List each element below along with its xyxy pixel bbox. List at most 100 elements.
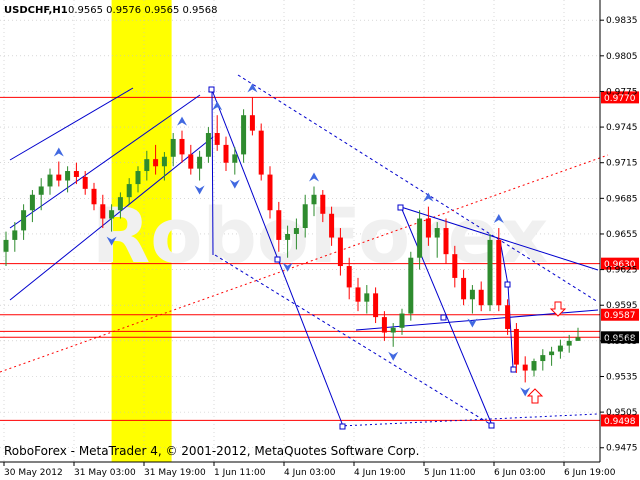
candle-body — [364, 293, 370, 302]
candle-body — [153, 159, 159, 167]
price-tick-label: 0.9805 — [606, 52, 638, 62]
price-tick-label: 0.9745 — [606, 123, 638, 133]
candle-body — [408, 257, 414, 314]
candle-body — [443, 228, 449, 255]
anchor-point — [504, 281, 511, 288]
candle-body — [549, 351, 555, 356]
price-tick-label: 0.9835 — [606, 16, 638, 26]
symbol-label: USDCHF,H1 — [4, 5, 68, 16]
candle-body — [56, 174, 62, 181]
candle-body — [65, 171, 71, 181]
candle-body — [38, 186, 44, 195]
candle-body — [329, 213, 335, 238]
price-chart[interactable]: RoboForex 0.97700.96300.95870.95680.9498… — [0, 0, 640, 480]
candle-body — [3, 239, 9, 252]
candle-body — [144, 159, 150, 172]
time-tick-label: 5 Jun 11:00 — [424, 468, 476, 478]
time-tick-label: 6 Jun 03:00 — [494, 468, 546, 478]
candle-body — [434, 228, 440, 238]
price-tick-label: 0.9625 — [606, 266, 638, 276]
candle-body — [566, 340, 572, 346]
candle-body — [100, 204, 106, 219]
candle-body — [531, 361, 537, 371]
candle-body — [293, 228, 299, 234]
candle-body — [390, 327, 396, 333]
candle-body — [91, 188, 97, 205]
candle-body — [232, 154, 238, 163]
candle-body — [179, 138, 185, 155]
candle-body — [478, 289, 484, 306]
candle-body — [355, 287, 361, 302]
candle-body — [311, 194, 317, 205]
price-tick-label: 0.9715 — [606, 159, 638, 169]
price-tick-label: 0.9565 — [606, 337, 638, 347]
price-tick-label: 0.9475 — [606, 444, 638, 454]
anchor-point — [274, 256, 281, 263]
time-tick-label: 6 Jun 19:00 — [564, 468, 616, 478]
candle-body — [126, 184, 132, 198]
candle-body — [285, 233, 291, 240]
candle-body — [575, 337, 581, 341]
ohlc-readout: 0.9565 0.9576 0.9565 0.9568 — [68, 5, 218, 16]
candle-body — [214, 133, 220, 145]
price-tick-label: 0.9685 — [606, 194, 638, 204]
candle-body — [276, 210, 282, 240]
candle-body — [29, 194, 35, 211]
candle-body — [117, 197, 123, 211]
candle-body — [337, 237, 343, 267]
candle-body — [452, 254, 458, 278]
candle-body — [373, 293, 379, 318]
candle-body — [135, 171, 141, 185]
price-tick-label: 0.9775 — [606, 87, 638, 97]
anchor-point — [208, 86, 215, 93]
anchor-point — [488, 422, 495, 429]
candle-body — [205, 133, 211, 157]
candle-body — [21, 210, 27, 231]
time-tick-label: 1 Jun 11:00 — [214, 468, 266, 478]
candle-body — [496, 239, 502, 306]
candle-body — [399, 313, 405, 328]
candle-body — [47, 174, 53, 187]
level-price-label: 0.9498 — [604, 417, 636, 427]
candle-body — [469, 289, 475, 300]
price-tick-label: 0.9595 — [606, 301, 638, 311]
candle-body — [461, 277, 467, 300]
time-tick-label: 30 May 2012 — [4, 468, 63, 478]
candle-body — [12, 230, 18, 240]
price-tick-label: 0.9535 — [606, 372, 638, 382]
candle-body — [346, 266, 352, 288]
anchor-point — [440, 314, 447, 321]
candle-body — [73, 171, 79, 177]
anchor-point — [510, 366, 517, 373]
candle-body — [425, 218, 431, 238]
anchor-point — [339, 423, 346, 430]
candle-body — [82, 176, 88, 189]
candle-body — [109, 210, 115, 219]
candle-body — [381, 317, 387, 333]
anchor-point — [397, 204, 404, 211]
credit-text: RoboForex - MetaTrader 4, © 2001-2012, M… — [4, 444, 419, 458]
candle-body — [197, 156, 203, 169]
candle-body — [223, 144, 229, 163]
candle-body — [540, 355, 546, 362]
candle-body — [241, 115, 247, 155]
candle-body — [170, 138, 176, 157]
time-tick-label: 4 Jun 03:00 — [284, 468, 336, 478]
price-tick-label: 0.9655 — [606, 230, 638, 240]
candle-body — [161, 156, 167, 167]
candle-body — [513, 328, 519, 365]
watermark: RoboForex — [92, 191, 548, 280]
candle-body — [505, 305, 511, 329]
time-tick-label: 31 May 03:00 — [74, 468, 136, 478]
candle-body — [320, 194, 326, 214]
level-price-label: 0.9587 — [604, 311, 636, 321]
candle-body — [188, 154, 194, 169]
candle-body — [487, 239, 493, 306]
candle-body — [522, 364, 528, 371]
candle-body — [302, 204, 308, 229]
candle-body — [267, 174, 273, 211]
candle-body — [557, 345, 563, 352]
time-tick-label: 4 Jun 19:00 — [354, 468, 406, 478]
price-tick-label: 0.9505 — [606, 408, 638, 418]
candle-body — [258, 130, 264, 175]
